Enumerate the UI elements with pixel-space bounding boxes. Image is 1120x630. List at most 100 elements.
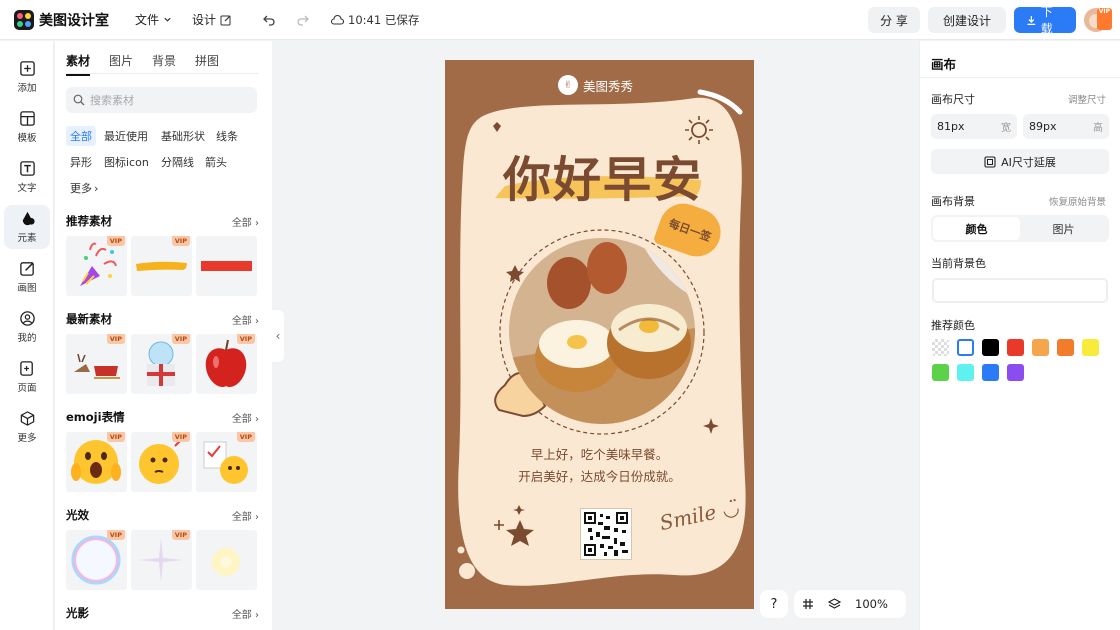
- cube-icon: [20, 411, 34, 426]
- nav-item-add[interactable]: 添加: [4, 55, 50, 99]
- chip-more-label: 更多: [70, 182, 92, 195]
- chip-lines[interactable]: 线条: [212, 126, 242, 146]
- asset-glow[interactable]: [196, 530, 257, 590]
- nav-item-more[interactable]: 更多: [4, 405, 50, 449]
- user-icon: [19, 311, 35, 326]
- ai-extend-label: AI尺寸延展: [1001, 155, 1056, 169]
- color-swatch[interactable]: [1057, 339, 1074, 356]
- segment-image[interactable]: 图片: [1020, 217, 1107, 240]
- color-swatch[interactable]: [932, 364, 949, 381]
- nav-item-template[interactable]: 模板: [4, 105, 50, 149]
- section-title: 光影: [66, 606, 89, 620]
- search-input[interactable]: [90, 93, 250, 107]
- asset-party-popper[interactable]: VIP: [66, 236, 127, 296]
- design-menu-label: 设计: [192, 13, 217, 27]
- asset-red-bar[interactable]: [196, 236, 257, 296]
- help-button[interactable]: ?: [760, 590, 788, 618]
- section-light-effects: 光效 全部 › VIP VIP: [66, 508, 259, 590]
- nav-item-page[interactable]: 页面: [4, 355, 50, 399]
- adjust-size-link[interactable]: 调整尺寸: [1068, 92, 1106, 106]
- chip-basic-shapes[interactable]: 基础形状: [157, 126, 209, 146]
- view-all-link[interactable]: 全部 ›: [232, 606, 259, 621]
- panel-title: 画布: [931, 57, 957, 72]
- color-swatch[interactable]: [932, 339, 949, 356]
- color-swatch[interactable]: [982, 364, 999, 381]
- vip-badge: VIP: [236, 334, 255, 344]
- design-menu[interactable]: 设计: [192, 11, 232, 28]
- chip-dividers[interactable]: 分隔线: [157, 152, 198, 172]
- create-design-button[interactable]: 创建设计: [928, 7, 1006, 33]
- color-swatch[interactable]: [957, 339, 974, 356]
- download-button[interactable]: 下载: [1014, 5, 1076, 36]
- view-all-link[interactable]: 全部 ›: [232, 214, 259, 229]
- tabs-divider: [66, 73, 259, 74]
- logo-icon: [14, 9, 34, 30]
- redo-button[interactable]: [296, 13, 310, 27]
- asset-yellow-brush[interactable]: VIP: [131, 236, 192, 296]
- chip-icons[interactable]: 图标icon: [100, 152, 153, 172]
- nav-item-mine[interactable]: 我的: [4, 305, 50, 349]
- app-logo[interactable]: 美图设计室: [14, 9, 109, 30]
- asset-sparkle[interactable]: VIP: [131, 530, 192, 590]
- layers-icon[interactable]: [828, 598, 841, 610]
- chip-recent[interactable]: 最近使用: [100, 126, 152, 146]
- view-all-link[interactable]: 全部 ›: [232, 312, 259, 327]
- poster-qr-code[interactable]: [580, 508, 632, 560]
- grid-icon[interactable]: [802, 598, 814, 610]
- color-swatch[interactable]: [1082, 339, 1099, 356]
- segment-color[interactable]: 颜色: [933, 217, 1020, 240]
- asset-thinking-emoji[interactable]: VIP: [131, 432, 192, 492]
- color-swatch[interactable]: [1007, 364, 1024, 381]
- restore-background-link[interactable]: 恢复原始背景: [1049, 194, 1106, 208]
- poster-title[interactable]: 你好早安: [503, 140, 703, 210]
- view-all-link[interactable]: 全部 ›: [232, 410, 259, 425]
- asset-gift-globe[interactable]: VIP: [131, 334, 192, 394]
- redo-icon: [297, 15, 309, 26]
- ai-resize-icon: [984, 155, 996, 168]
- chip-all[interactable]: 全部: [66, 126, 96, 146]
- top-bar: 美图设计室 文件 设计 10:41 已保存 分 享 创建设计 下载 VIP: [0, 0, 1120, 40]
- save-status: 10:41 已保存: [330, 12, 419, 28]
- share-button[interactable]: 分 享: [868, 7, 920, 33]
- collapse-panel-button[interactable]: ‹: [272, 310, 284, 362]
- chip-more[interactable]: 更多 ›: [66, 178, 102, 198]
- asset-reindeer-sleigh[interactable]: VIP: [66, 334, 127, 394]
- nav-label: 元素: [17, 233, 37, 244]
- current-color-picker[interactable]: [932, 278, 1108, 303]
- nav-item-draw[interactable]: 画图: [4, 255, 50, 299]
- nav-item-text[interactable]: 文字: [4, 155, 50, 199]
- poster-line-1[interactable]: 早上好，吃个美味早餐。: [445, 444, 754, 463]
- design-canvas[interactable]: ✌ 美图秀秀 你好早安 每日一签 早上好，吃个美味早餐。 开启美好，达成今日份成…: [445, 60, 754, 609]
- asset-scared-emoji[interactable]: VIP: [66, 432, 127, 492]
- chip-irregular[interactable]: 异形: [66, 152, 96, 172]
- undo-button[interactable]: [262, 13, 276, 27]
- shapes-icon: [22, 211, 35, 226]
- asset-checklist-emoji[interactable]: VIP: [196, 432, 257, 492]
- zoom-level[interactable]: 100%: [855, 597, 888, 611]
- asset-rainbow-bubble[interactable]: VIP: [66, 530, 127, 590]
- chip-arrows[interactable]: 箭头: [201, 152, 231, 172]
- canvas-width-field[interactable]: 81px 宽: [931, 114, 1017, 139]
- download-label: 下载: [1040, 5, 1053, 36]
- search-box[interactable]: [66, 87, 257, 113]
- poster-photo[interactable]: [509, 238, 695, 424]
- avatar[interactable]: VIP: [1084, 8, 1112, 32]
- nav-label: 文字: [17, 183, 37, 194]
- background-type-toggle: 颜色 图片: [931, 215, 1109, 242]
- left-nav: 添加 模板 文字 元素 画图 我的 页面 更多: [0, 41, 54, 630]
- color-swatch[interactable]: [982, 339, 999, 356]
- vip-badge: VIP: [171, 334, 190, 344]
- poster-brand[interactable]: ✌ 美图秀秀: [558, 75, 633, 95]
- color-swatch[interactable]: [1007, 339, 1024, 356]
- section-title: 推荐素材: [66, 214, 112, 228]
- section-title: emoji表情: [66, 410, 125, 424]
- file-menu[interactable]: 文件: [135, 11, 172, 28]
- color-swatch[interactable]: [957, 364, 974, 381]
- color-swatch[interactable]: [1032, 339, 1049, 356]
- view-all-link[interactable]: 全部 ›: [232, 508, 259, 523]
- canvas-height-field[interactable]: 89px 高: [1023, 114, 1109, 139]
- nav-item-elements[interactable]: 元素: [4, 205, 50, 249]
- ai-extend-button[interactable]: AI尺寸延展: [931, 149, 1109, 174]
- poster-line-2[interactable]: 开启美好，达成今日份成就。: [445, 466, 754, 485]
- asset-red-apple[interactable]: VIP: [196, 334, 257, 394]
